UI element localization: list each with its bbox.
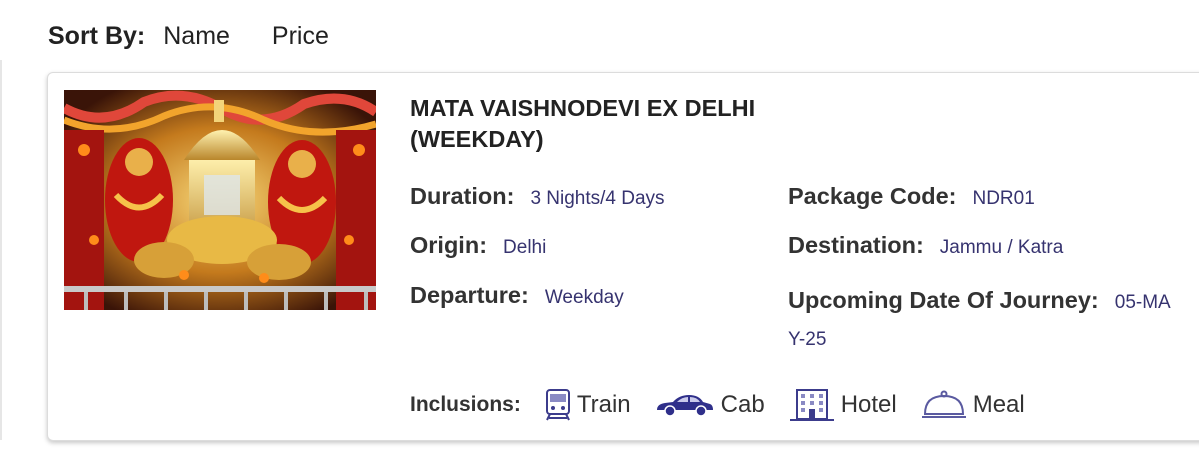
duration-value: 3 Nights/4 Days	[530, 188, 665, 209]
sort-bar: Sort By: Name Price	[48, 22, 329, 51]
package-code-label: Package Code:	[788, 183, 957, 209]
departure-field: Departure: Weekday	[410, 282, 624, 309]
duration-label: Duration:	[410, 183, 515, 209]
inclusion-hotel: Hotel	[789, 389, 897, 421]
destination-value: Jammu / Katra	[939, 237, 1064, 258]
package-code-field: Package Code: NDR01	[788, 183, 1035, 210]
destination-field: Destination: Jammu / Katra	[788, 232, 1063, 259]
inclusion-train-label: Train	[576, 391, 631, 418]
package-code-value: NDR01	[972, 188, 1035, 209]
upcoming-date-label: Upcoming Date Of Journey:	[788, 287, 1099, 313]
inclusion-meal: Meal	[921, 390, 1025, 420]
origin-value: Delhi	[503, 237, 547, 258]
page: Sort By: Name Price MATA VAISHNODEVI EX …	[0, 0, 1199, 469]
inclusion-hotel-label: Hotel	[840, 391, 897, 418]
package-image[interactable]	[64, 90, 376, 310]
meal-cloche-icon	[921, 390, 967, 420]
inclusions-row: Inclusions: Train Cab Hotel Meal	[410, 389, 1049, 421]
departure-label: Departure:	[410, 282, 529, 308]
inclusions-label: Inclusions:	[410, 393, 521, 416]
inclusion-cab: Cab	[655, 391, 765, 419]
sort-by-price-link[interactable]: Price	[272, 22, 329, 51]
sort-by-name-link[interactable]: Name	[163, 22, 230, 51]
inclusion-meal-label: Meal	[972, 391, 1025, 418]
sort-by-label: Sort By:	[48, 22, 146, 50]
package-title[interactable]: MATA VAISHNODEVI EX DELHI (WEEKDAY)	[410, 93, 770, 155]
departure-value: Weekday	[544, 287, 624, 308]
destination-label: Destination:	[788, 232, 924, 258]
car-icon	[655, 392, 715, 418]
left-divider	[0, 60, 2, 440]
shrine-photo-illustration	[64, 90, 376, 310]
origin-field: Origin: Delhi	[410, 232, 546, 259]
inclusion-cab-label: Cab	[720, 391, 765, 418]
train-icon	[545, 389, 571, 421]
inclusion-train: Train	[545, 389, 631, 421]
origin-label: Origin:	[410, 232, 488, 258]
hotel-icon	[789, 389, 835, 421]
duration-field: Duration: 3 Nights/4 Days	[410, 183, 665, 210]
package-card: MATA VAISHNODEVI EX DELHI (WEEKDAY) Dura…	[47, 72, 1199, 441]
upcoming-date-field: Upcoming Date Of Journey: 05-MAY-25	[788, 282, 1178, 359]
